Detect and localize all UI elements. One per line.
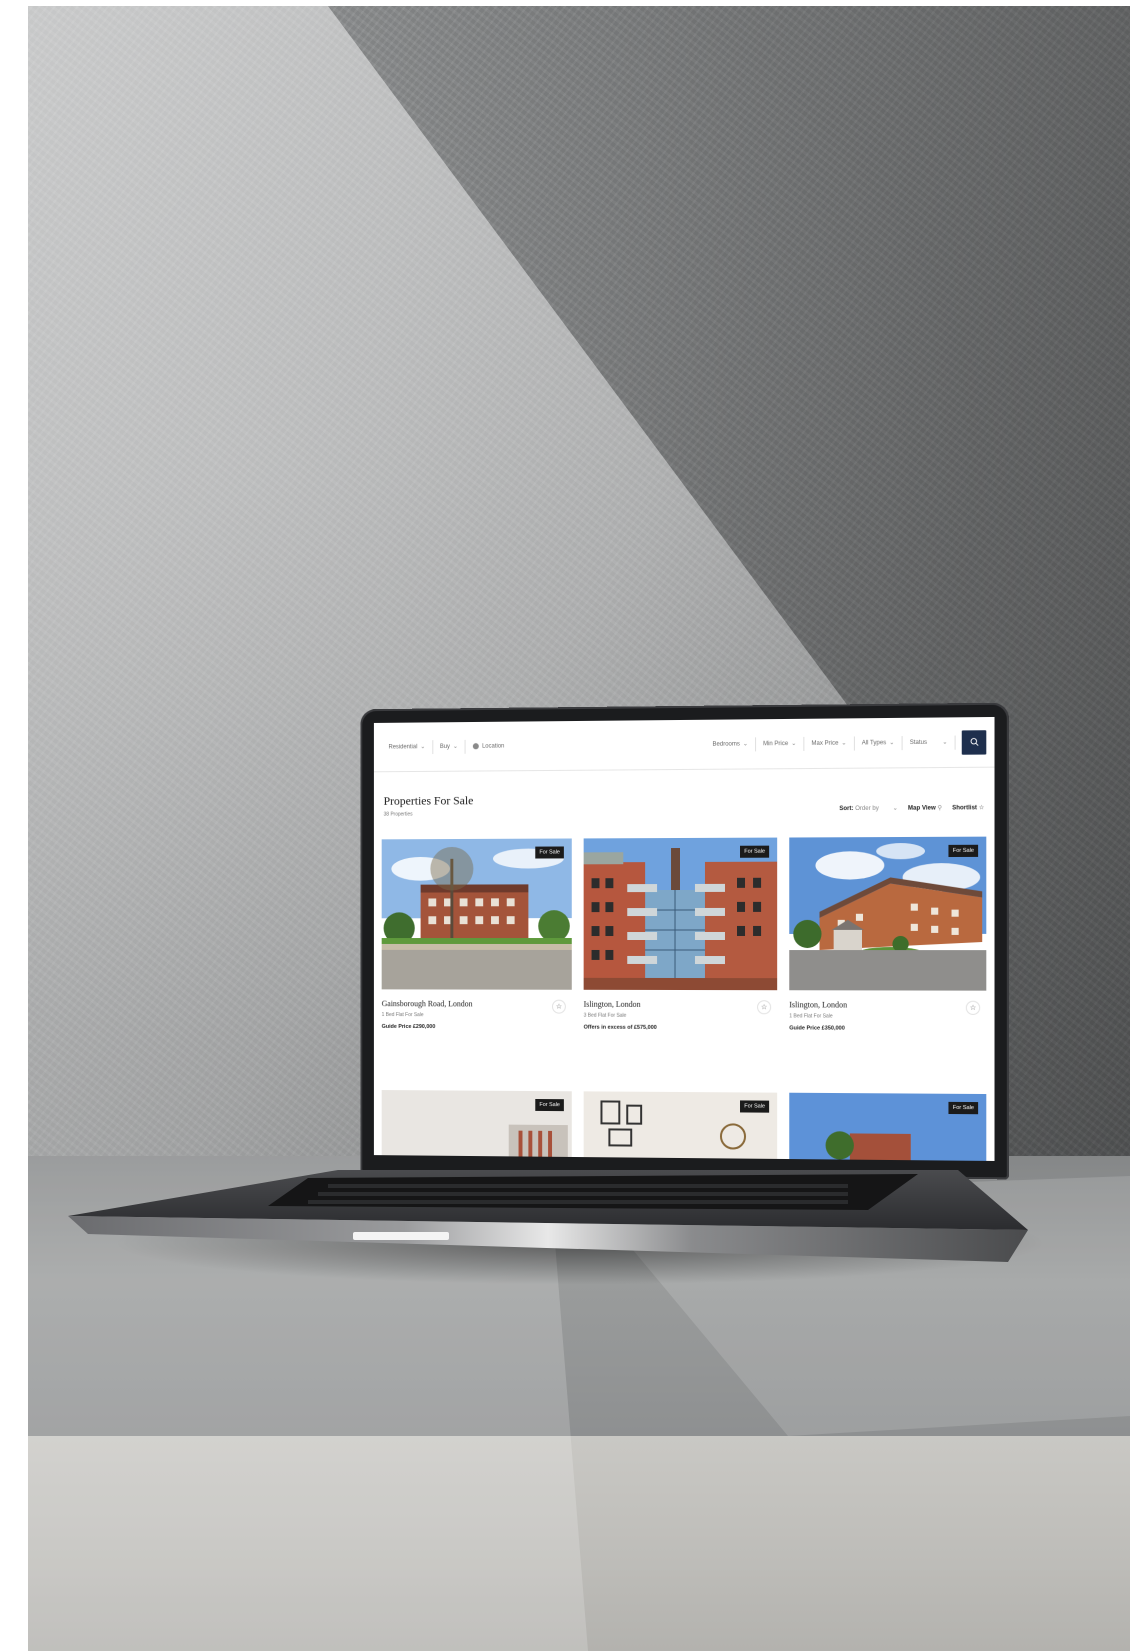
filter-max-price[interactable]: Max Price ⌄	[804, 735, 855, 751]
chevron-down-icon: ⌄	[889, 740, 895, 747]
listing-title[interactable]: Islington, London	[584, 1000, 778, 1010]
listing-details: Gainsborough Road, London 1 Bed Flat For…	[382, 989, 572, 1030]
status-badge: For Sale	[535, 1098, 564, 1112]
shortlist-star-button[interactable]: ☆	[965, 1000, 981, 1015]
search-filter-bar: Residential ⌄ Buy ⌄ ⬤ Location Bedrooms …	[373, 716, 995, 773]
search-button[interactable]	[961, 729, 987, 755]
filter-max-price-label: Max Price	[811, 740, 839, 747]
filter-buy-label: Buy	[439, 743, 450, 750]
listing-title[interactable]: Gainsborough Road, London	[382, 999, 572, 1008]
listing-price: Guide Price £350,000	[789, 1025, 845, 1032]
listing-price: Guide Price £290,000	[381, 1023, 436, 1031]
listing-photo[interactable]: For Sale	[381, 838, 572, 990]
location-placeholder: Location	[482, 743, 505, 750]
listing-details: Islington, London 3 Bed Flat For Sale Of…	[584, 990, 778, 1032]
townhouse-photo	[789, 836, 987, 991]
search-icon	[969, 737, 978, 746]
chevron-down-icon: ⌄	[420, 744, 426, 751]
sort-control[interactable]: Sort: Order by ⌄	[839, 805, 898, 812]
sort-label: Sort:	[839, 805, 854, 813]
shortlist-star-button[interactable]: ☆	[757, 1000, 772, 1015]
listing-card[interactable]: For Sale Islington, London 1 Bed Flat Fo…	[789, 836, 987, 1033]
listing-photo[interactable]: For Sale	[789, 1092, 987, 1161]
status-badge: For Sale	[948, 844, 979, 858]
shortlist-label: Shortlist	[952, 805, 978, 812]
filter-all-types-label: All Types	[861, 739, 887, 746]
sort-value: Order by	[855, 805, 879, 813]
filter-min-price-label: Min Price	[763, 740, 789, 747]
listing-type: 1 Bed Flat For Sale	[789, 1013, 833, 1020]
listing-card[interactable]: For Sale	[583, 1091, 778, 1159]
listing-grid-row-2: For Sale For Sale For Sale	[381, 1090, 987, 1161]
map-view-label: Map View	[907, 805, 936, 812]
listing-photo[interactable]: For Sale	[789, 836, 987, 991]
filter-all-types[interactable]: All Types ⌄	[854, 735, 903, 751]
chevron-down-icon: ⌄	[742, 741, 748, 748]
star-icon: ☆	[760, 1004, 768, 1012]
filter-buy[interactable]: Buy ⌄	[433, 739, 466, 754]
chevron-down-icon: ⌄	[942, 739, 948, 746]
location-input[interactable]: ⬤ Location	[466, 739, 512, 753]
filter-residential[interactable]: Residential ⌄	[381, 739, 434, 754]
status-badge: For Sale	[948, 1101, 979, 1115]
status-badge: For Sale	[740, 845, 770, 858]
laptop-screen: Residential ⌄ Buy ⌄ ⬤ Location Bedrooms …	[373, 716, 995, 1161]
listing-grid: For Sale Gainsborough Road, London 1 Bed…	[381, 836, 987, 1033]
chevron-down-icon: ⌄	[452, 743, 458, 750]
listing-title[interactable]: Islington, London	[789, 1000, 986, 1010]
chevron-down-icon: ⌄	[791, 740, 797, 748]
house-photo	[381, 838, 572, 990]
listing-type: 1 Bed Flat For Sale	[381, 1012, 424, 1019]
filter-bedrooms[interactable]: Bedrooms ⌄	[705, 736, 757, 752]
listing-card[interactable]: For Sale Gainsborough Road, London 1 Bed…	[381, 838, 572, 1030]
location-pin-icon: ⚲	[937, 805, 942, 812]
map-view-button[interactable]: Map View ⚲	[908, 804, 942, 811]
filter-bedrooms-label: Bedrooms	[712, 740, 740, 748]
table-edge	[28, 1436, 1130, 1651]
listing-photo[interactable]: For Sale	[381, 1090, 572, 1157]
listing-card[interactable]: For Sale	[381, 1090, 572, 1157]
listing-details: Islington, London 1 Bed Flat For Sale Gu…	[789, 990, 986, 1032]
results-header: Properties For Sale 38 Properties Sort: …	[384, 790, 985, 817]
filter-status[interactable]: Status ⌄	[902, 735, 956, 750]
listing-card[interactable]: For Sale	[789, 1092, 987, 1161]
location-pin-icon: ⬤	[472, 743, 480, 750]
chevron-down-icon: ⌄	[892, 805, 898, 812]
star-icon: ☆	[555, 1003, 563, 1011]
listing-photo[interactable]: For Sale	[583, 1091, 778, 1159]
apartment-photo	[583, 837, 778, 991]
chevron-down-icon: ⌄	[841, 740, 847, 747]
status-badge: For Sale	[535, 846, 564, 859]
listing-type: 3 Bed Flat For Sale	[583, 1012, 627, 1019]
listing-card[interactable]: For Sale Islington, London 3 Bed Flat Fo…	[583, 837, 778, 1032]
status-badge: For Sale	[740, 1100, 770, 1113]
laptop-lid: Residential ⌄ Buy ⌄ ⬤ Location Bedrooms …	[360, 702, 1009, 1180]
listing-price: Offers in excess of £575,000	[583, 1024, 657, 1031]
laptop-base	[68, 1170, 1028, 1262]
filter-status-label: Status	[909, 739, 928, 746]
shortlist-star-button[interactable]: ☆	[552, 999, 566, 1014]
star-icon: ☆	[978, 805, 985, 812]
listing-photo[interactable]: For Sale	[583, 837, 778, 991]
filter-min-price[interactable]: Min Price ⌄	[756, 736, 805, 751]
star-icon: ☆	[969, 1004, 977, 1012]
results-tools: Sort: Order by ⌄ Map View ⚲ Shortlist ☆	[839, 804, 984, 812]
shortlist-button[interactable]: Shortlist ☆	[952, 804, 984, 811]
filter-residential-label: Residential	[388, 743, 418, 750]
